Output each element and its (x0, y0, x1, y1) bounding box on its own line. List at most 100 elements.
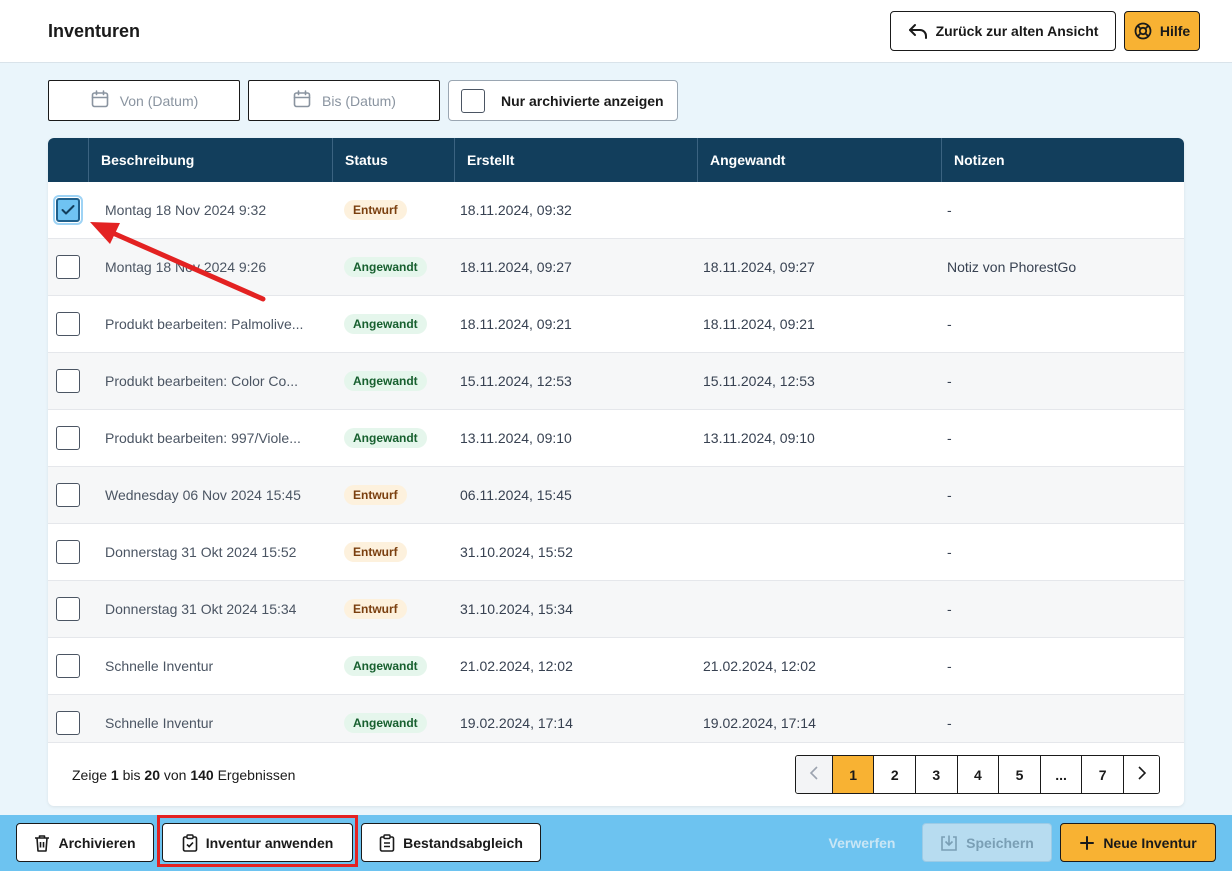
table-row[interactable]: Donnerstag 31 Okt 2024 15:52 Entwurf 31.10… (48, 524, 1184, 581)
created-cell: 06.11.2024, 15:45 (460, 487, 572, 503)
page-button[interactable]: 5 (998, 756, 1040, 793)
table-row[interactable]: Schnelle Inventur Angewandt 21.02.2024, 12… (48, 638, 1184, 695)
applied-cell (697, 581, 941, 637)
plus-icon (1079, 835, 1095, 851)
table-row[interactable]: Produkt bearbeiten: 997/Viole... Angewand… (48, 410, 1184, 467)
table-row[interactable]: Montag 18 Nov 2024 9:26 Angewandt 18.11.20… (48, 239, 1184, 296)
row-checkbox[interactable] (56, 540, 80, 564)
row-select-cell (48, 524, 88, 580)
select-column-header (48, 138, 88, 182)
applied-cell (697, 524, 941, 580)
inventory-table-card: Beschreibung Status Erstellt Angewandt N… (48, 138, 1184, 806)
table-row[interactable]: Montag 18 Nov 2024 9:32 Entwurf 18.11.2024… (48, 182, 1184, 239)
save-button[interactable]: Speichern (922, 823, 1052, 862)
column-header-notes[interactable]: Notizen (941, 138, 1184, 182)
filter-bar: Von (Datum) Bis (Datum) Nur archivierte … (48, 80, 678, 121)
results-to: 20 (144, 766, 160, 783)
row-select-cell (48, 353, 88, 409)
description-cell: Produkt bearbeiten: 997/Viole... (88, 410, 332, 466)
row-checkbox[interactable] (53, 195, 83, 225)
description-text: Produkt bearbeiten: 997/Viole... (105, 430, 301, 446)
status-badge: Angewandt (344, 371, 427, 391)
table-row[interactable]: Wednesday 06 Nov 2024 15:45 Entwurf 06.11.… (48, 467, 1184, 524)
archived-only-checkbox[interactable] (461, 88, 485, 113)
applied-cell: 21.02.2024, 12:02 (703, 658, 816, 674)
page-button[interactable]: 4 (956, 756, 999, 793)
page-button[interactable]: 1 (831, 756, 874, 793)
status-cell: Angewandt (332, 410, 454, 466)
date-to-field[interactable]: Bis (Datum) (248, 80, 440, 121)
description-text: Donnerstag 31 Okt 2024 15:52 (105, 544, 297, 560)
row-checkbox[interactable] (56, 255, 80, 279)
action-bar: Archivieren Inventur anwenden Bestandsab… (0, 815, 1232, 871)
created-cell: 15.11.2024, 12:53 (460, 373, 572, 389)
row-checkbox[interactable] (56, 369, 80, 393)
archived-only-label: Nur archivierte anzeigen (501, 92, 664, 109)
row-checkbox[interactable] (56, 483, 80, 507)
help-button-label: Hilfe (1159, 23, 1191, 39)
new-inventory-button[interactable]: Neue Inventur (1060, 823, 1216, 862)
row-select-cell (48, 410, 88, 466)
description-cell: Donnerstag 31 Okt 2024 15:52 (88, 524, 332, 580)
row-select-cell (48, 182, 88, 238)
results-from: 1 (110, 766, 119, 783)
column-header-status[interactable]: Status (332, 138, 454, 182)
table-row[interactable]: Schnelle Inventur Angewandt 19.02.2024, 17… (48, 695, 1184, 742)
status-badge: Angewandt (344, 314, 427, 334)
undo-arrow-icon (908, 22, 928, 40)
table-body: Montag 18 Nov 2024 9:32 Entwurf 18.11.2024… (48, 182, 1184, 742)
row-checkbox[interactable] (56, 711, 80, 735)
description-cell: Produkt bearbeiten: Color Co... (88, 353, 332, 409)
chevron-right-icon (1137, 766, 1147, 783)
column-header-applied[interactable]: Angewandt (697, 138, 941, 182)
table-row[interactable]: Produkt bearbeiten: Color Co... Angewandt… (48, 353, 1184, 410)
applied-cell: 18.11.2024, 09:21 (703, 316, 815, 332)
description-text: Wednesday 06 Nov 2024 15:45 (105, 487, 301, 503)
notes-cell: Notiz von PhorestGo (947, 259, 1077, 275)
table-row[interactable]: Donnerstag 31 Okt 2024 15:34 Entwurf 31.10… (48, 581, 1184, 638)
row-checkbox[interactable] (56, 426, 80, 450)
applied-cell: 15.11.2024, 12:53 (703, 373, 815, 389)
page-button[interactable]: 2 (873, 756, 916, 793)
page-button[interactable]: 3 (915, 756, 957, 793)
created-cell: 31.10.2024, 15:52 (460, 544, 573, 560)
status-badge: Angewandt (344, 713, 427, 733)
notes-cell: - (947, 715, 952, 731)
archived-only-toggle[interactable]: Nur archivierte anzeigen (448, 80, 678, 121)
status-badge: Entwurf (344, 599, 407, 619)
column-header-description[interactable]: Beschreibung (88, 138, 332, 182)
discard-button[interactable]: Verwerfen (813, 823, 911, 862)
description-text: Schnelle Inventur (105, 715, 214, 731)
description-text: Schnelle Inventur (105, 658, 214, 674)
clipboard-list-icon (379, 833, 395, 852)
header-actions: Zurück zur alten Ansicht Hilfe (890, 11, 1200, 51)
row-checkbox[interactable] (56, 654, 80, 678)
table-row[interactable]: Produkt bearbeiten: Palmolive... Angewand… (48, 296, 1184, 353)
date-from-placeholder: Von (Datum) (119, 92, 199, 109)
date-from-field[interactable]: Von (Datum) (48, 80, 240, 121)
row-checkbox[interactable] (56, 312, 80, 336)
row-select-cell (48, 581, 88, 637)
created-cell: 18.11.2024, 09:21 (460, 316, 572, 332)
apply-inventory-button[interactable]: Inventur anwenden (162, 823, 353, 862)
row-select-cell (48, 467, 88, 523)
page-button[interactable]: 7 (1081, 756, 1123, 793)
results-prefix: Zeige (72, 766, 108, 783)
date-to-placeholder: Bis (Datum) (322, 92, 396, 109)
page-button[interactable]: ... (1039, 756, 1082, 793)
back-to-old-view-button[interactable]: Zurück zur alten Ansicht (890, 11, 1116, 51)
previous-page-button[interactable] (795, 756, 832, 793)
column-header-created[interactable]: Erstellt (454, 138, 697, 182)
archive-button[interactable]: Archivieren (16, 823, 154, 862)
row-checkbox[interactable] (56, 597, 80, 621)
next-page-button[interactable] (1123, 756, 1159, 793)
notes-cell: - (947, 316, 952, 332)
description-text: Donnerstag 31 Okt 2024 15:34 (105, 601, 297, 617)
row-select-cell (48, 695, 88, 742)
table-footer: Zeige 1 bis 20 von 140 Ergebnissen 12345… (48, 742, 1184, 806)
stock-reconciliation-button[interactable]: Bestandsabgleich (361, 823, 541, 862)
results-total: 140 (190, 766, 214, 783)
notes-cell: - (947, 658, 952, 674)
help-button[interactable]: Hilfe (1124, 11, 1200, 51)
status-badge: Entwurf (344, 542, 407, 562)
